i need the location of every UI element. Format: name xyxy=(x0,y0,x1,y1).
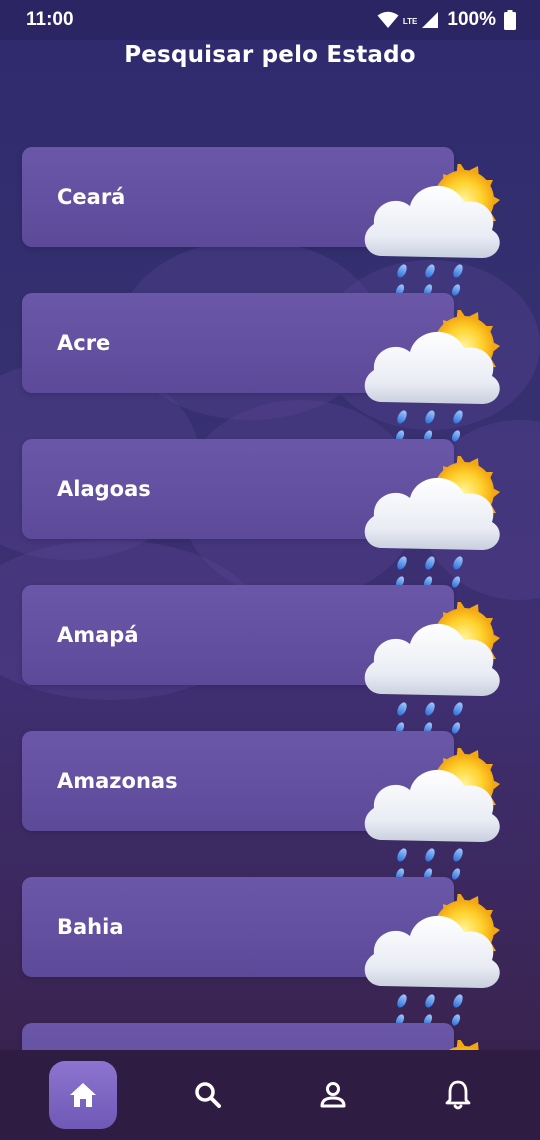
partly-cloudy-rain-icon xyxy=(360,456,510,596)
page-title: Pesquisar pelo Estado xyxy=(124,42,416,68)
battery-icon xyxy=(504,10,516,30)
state-list[interactable]: Ceará Acre Alagoas Amapá Amazonas Bahia xyxy=(0,146,540,1050)
partly-cloudy-rain-icon xyxy=(360,602,510,742)
partly-cloudy-rain-icon xyxy=(360,1040,510,1050)
partly-cloudy-rain-icon xyxy=(360,310,510,450)
state-name: Alagoas xyxy=(57,477,151,501)
home-icon xyxy=(69,1083,96,1107)
state-name: Amazonas xyxy=(57,769,178,793)
state-name: Ceará xyxy=(57,185,126,209)
nav-notifications-button[interactable] xyxy=(424,1061,492,1129)
partly-cloudy-rain-icon xyxy=(360,748,510,888)
partly-cloudy-rain-icon xyxy=(360,894,510,1034)
bottom-nav xyxy=(0,1050,540,1140)
battery-percent: 100% xyxy=(447,9,496,30)
wifi-icon xyxy=(377,11,399,28)
status-bar: 11:00 LTE 100% xyxy=(0,0,540,40)
status-time: 11:00 xyxy=(26,9,74,30)
cell-signal-icon xyxy=(422,12,439,28)
partly-cloudy-rain-icon xyxy=(360,164,510,304)
state-name: Bahia xyxy=(57,915,124,939)
nav-home-button[interactable] xyxy=(48,1061,117,1129)
state-name: Acre xyxy=(57,331,111,355)
profile-icon xyxy=(320,1082,345,1108)
state-name: Amapá xyxy=(57,623,139,647)
nav-profile-button[interactable] xyxy=(299,1061,367,1129)
search-icon xyxy=(194,1082,221,1108)
network-type: LTE xyxy=(402,17,418,26)
bell-icon xyxy=(445,1080,470,1110)
nav-search-button[interactable] xyxy=(174,1061,242,1129)
